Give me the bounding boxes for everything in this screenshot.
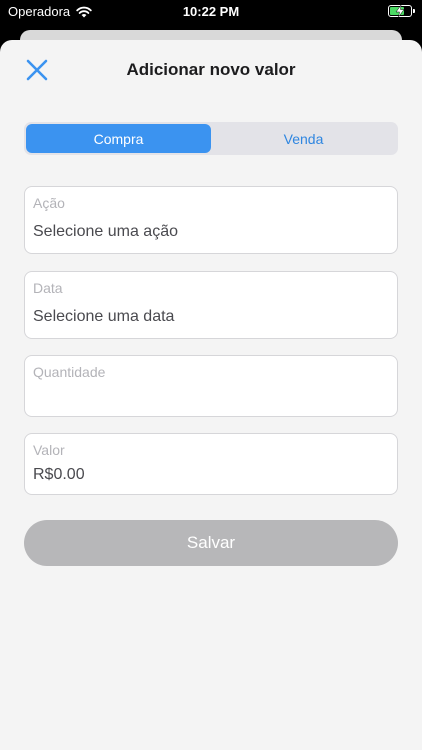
operation-segmented-control: Compra Venda xyxy=(24,122,398,155)
data-label: Data xyxy=(33,280,63,296)
quantidade-label: Quantidade xyxy=(33,364,106,380)
battery-icon xyxy=(388,5,415,17)
acao-field[interactable]: Ação Selecione uma ação xyxy=(24,186,398,254)
status-time: 10:22 PM xyxy=(182,4,240,19)
acao-value: Selecione uma ação xyxy=(33,223,178,240)
modal-sheet: Adicionar novo valor Compra Venda Ação S… xyxy=(0,40,422,750)
charging-bolt-icon xyxy=(395,5,405,17)
data-field[interactable]: Data Selecione uma data xyxy=(24,271,398,339)
page-title: Adicionar novo valor xyxy=(126,60,296,79)
data-value: Selecione uma data xyxy=(33,308,175,325)
status-bar: Operadora 10:22 PM xyxy=(0,0,422,22)
valor-value: R$0.00 xyxy=(33,466,85,483)
acao-label: Ação xyxy=(33,195,65,211)
valor-label: Valor xyxy=(33,442,65,458)
segment-compra[interactable]: Compra xyxy=(26,124,211,153)
quantidade-field[interactable]: Quantidade xyxy=(24,355,398,417)
save-button[interactable]: Salvar xyxy=(24,520,398,566)
valor-field[interactable]: Valor R$0.00 xyxy=(24,433,398,495)
segment-venda[interactable]: Venda xyxy=(211,124,396,153)
